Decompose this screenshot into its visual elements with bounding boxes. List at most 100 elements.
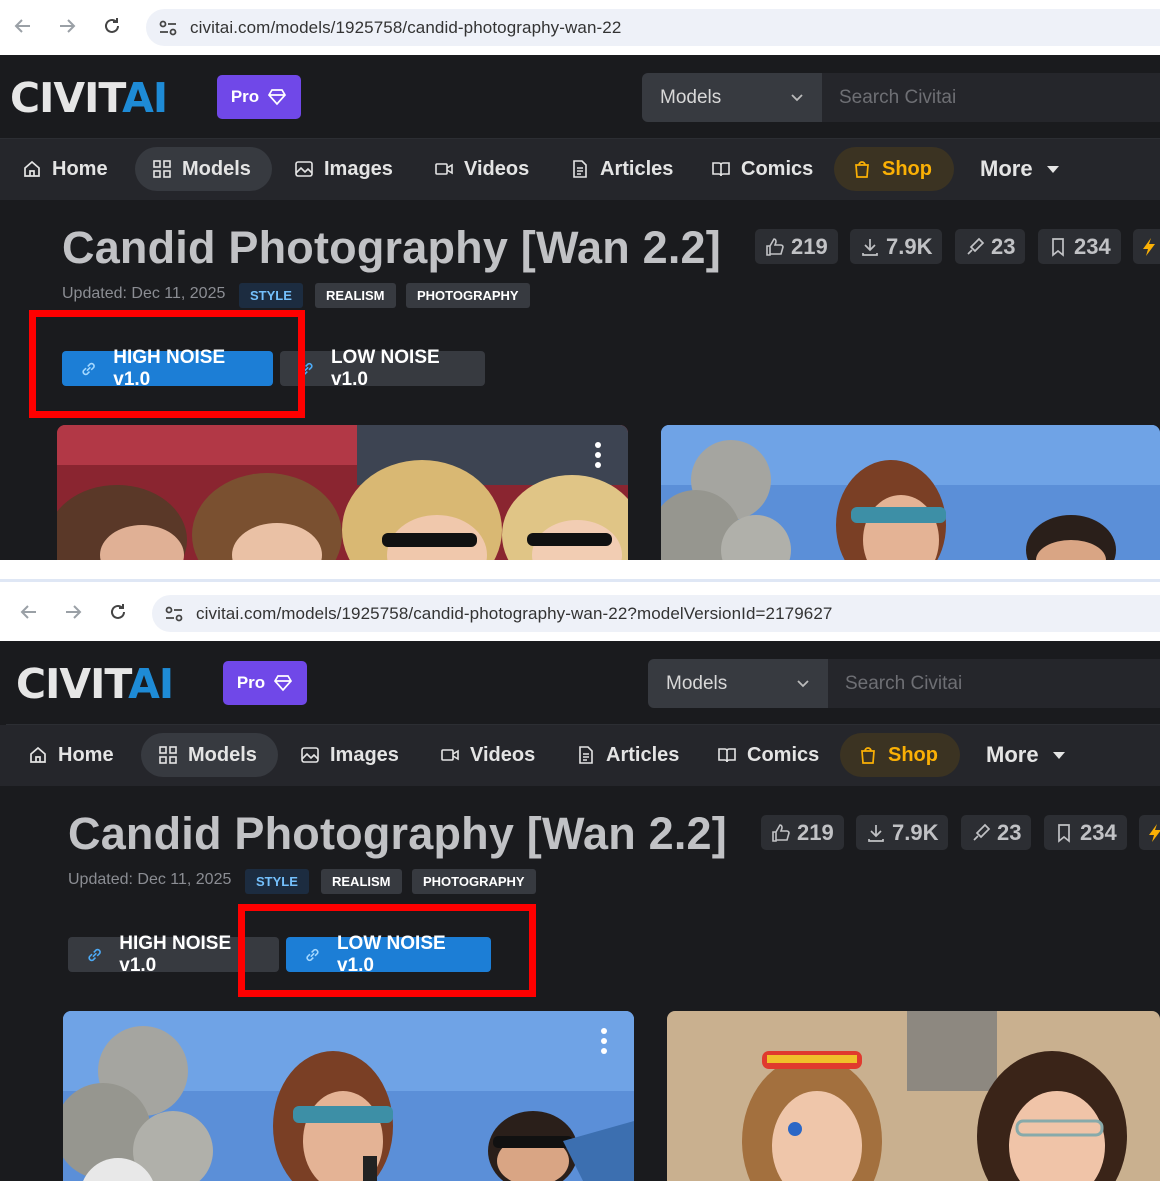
thumbs-up-icon [772,823,790,842]
home-icon [30,746,46,763]
tag-photography[interactable]: PHOTOGRAPHY [412,869,536,894]
url-text: civitai.com/models/1925758/candid-photog… [190,17,622,37]
nav-comics[interactable]: Comics [717,733,819,777]
tag-realism[interactable]: REALISM [315,283,396,308]
nav-articles[interactable]: Articles [570,147,673,191]
gallery-image[interactable] [667,1011,1160,1181]
boost-button[interactable] [1139,815,1160,850]
pro-button[interactable]: Pro [217,75,301,119]
reload-icon [105,18,119,33]
likes-stat[interactable]: 219 [755,229,838,264]
civitai-logo[interactable]: CIVITAI [16,664,174,705]
address-bar[interactable]: civitai.com/models/1925758/candid-photog… [152,595,1160,632]
lightning-icon [1143,237,1155,256]
nav-shop[interactable]: Shop [840,733,960,777]
nav-shop[interactable]: Shop [834,147,954,191]
search-input[interactable]: Search Civitai [828,659,1160,708]
search-scope-select[interactable]: Models [642,73,822,122]
nav-videos[interactable]: Videos [440,733,535,777]
nav-videos-label: Videos [464,157,530,180]
bookmarks-stat[interactable]: 234 [1044,815,1127,850]
screenshot-separator [0,560,1160,586]
bookmarks-stat[interactable]: 234 [1038,229,1121,264]
nav-images[interactable]: Images [294,147,393,191]
shopping-bag-icon [861,747,875,764]
logo-text-ai: AI [122,74,168,122]
civitai-logo[interactable]: CIVITAI [10,78,168,119]
book-icon [712,162,730,177]
search-scope-value: Models [660,86,722,108]
gallery-image[interactable] [57,425,628,560]
nav-home[interactable]: Home [22,147,108,191]
search-input[interactable]: Search Civitai [822,73,1160,122]
book-icon [718,748,736,763]
generations-stat[interactable]: 23 [961,815,1032,850]
logo-text-civit: CIVIT [10,74,123,122]
boost-button[interactable] [1133,229,1160,264]
reload-button[interactable] [104,598,132,626]
nav-articles[interactable]: Articles [576,733,679,777]
screenshot-high-noise: civitai.com/models/1925758/candid-photog… [0,0,1160,560]
logo-text-ai: AI [128,660,174,708]
nav-comics[interactable]: Comics [711,147,813,191]
tag-style[interactable]: STYLE [245,869,309,894]
nav-more-label: More [986,742,1039,767]
browser-chrome: civitai.com/models/1925758/candid-photog… [0,586,1160,641]
downloads-stat[interactable]: 7.9K [850,229,943,264]
nav-images-label: Images [324,157,393,180]
nav-shop-label: Shop [888,743,938,766]
nav-more[interactable]: More [980,147,1063,191]
nav-models[interactable]: Models [135,147,272,191]
likes-count: 219 [797,819,834,845]
nav-comics-label: Comics [741,157,814,180]
balloon-photo [661,425,1160,560]
tag-realism[interactable]: REALISM [321,869,402,894]
gallery-image[interactable] [63,1011,634,1181]
site-settings-icon[interactable] [158,18,178,38]
nav-videos-label: Videos [470,743,536,766]
generations-count: 23 [991,233,1016,259]
site-header: CIVITAI Pro Models Search Civitai [0,55,1160,139]
crowd-photo [57,425,628,560]
caret-down-icon [1052,752,1065,759]
gallery-image[interactable] [661,425,1160,560]
pro-button[interactable]: Pro [223,661,307,705]
more-options-icon[interactable] [595,442,601,472]
video-icon [435,163,453,175]
nav-models[interactable]: Models [141,733,278,777]
address-bar[interactable]: civitai.com/models/1925758/candid-photog… [146,9,1160,46]
likes-stat[interactable]: 219 [761,815,844,850]
forward-button[interactable] [59,598,87,626]
tag-photography[interactable]: PHOTOGRAPHY [406,283,530,308]
image-icon [295,161,313,177]
nav-articles-label: Articles [600,157,674,180]
lightning-icon [1149,823,1160,842]
nav-more[interactable]: More [986,733,1069,777]
bookmarks-count: 234 [1080,819,1117,845]
forward-button[interactable] [53,12,81,40]
download-icon [868,824,884,842]
bookmarks-count: 234 [1074,233,1111,259]
downloads-stat[interactable]: 7.9K [856,815,949,850]
logo-text-civit: CIVIT [16,660,129,708]
nav-images-label: Images [330,743,399,766]
arrow-left-icon [14,19,30,33]
caret-down-icon [1046,166,1059,173]
tag-style[interactable]: STYLE [239,283,303,308]
shopping-bag-icon [855,161,869,178]
document-icon [579,746,593,764]
version-low-noise-button[interactable]: LOW NOISE v1.0 [280,347,485,390]
nav-images[interactable]: Images [300,733,399,777]
nav-home[interactable]: Home [28,733,114,777]
generations-stat[interactable]: 23 [955,229,1026,264]
nav-videos[interactable]: Videos [434,147,529,191]
reload-button[interactable] [98,12,126,40]
more-options-icon[interactable] [601,1028,607,1058]
site-settings-icon[interactable] [164,604,184,624]
diamond-icon [274,675,293,692]
back-button[interactable] [15,598,43,626]
site-header: CIVITAI Pro Models Search Civitai [6,641,1160,725]
search-scope-select[interactable]: Models [648,659,828,708]
reload-icon [111,604,125,619]
back-button[interactable] [9,12,37,40]
